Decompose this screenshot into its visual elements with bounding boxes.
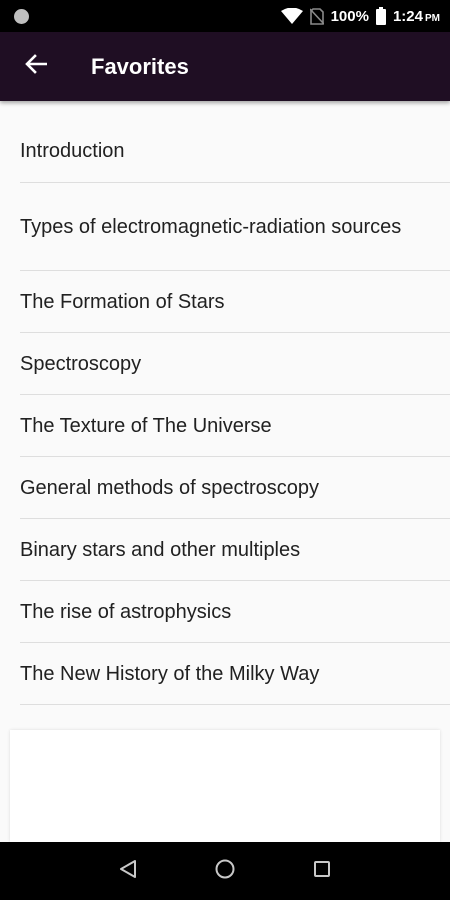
- list-item[interactable]: The New History of the Milky Way: [20, 643, 450, 705]
- nav-recents-button[interactable]: [302, 851, 342, 891]
- triangle-back-icon: [119, 859, 137, 884]
- battery-percent: 100%: [330, 7, 369, 25]
- list-item[interactable]: Introduction: [20, 101, 450, 183]
- wifi-icon: [280, 8, 303, 24]
- list-item[interactable]: The Formation of Stars: [20, 271, 450, 333]
- list-item[interactable]: Binary stars and other multiples: [20, 519, 450, 581]
- arrow-left-icon: [25, 54, 48, 79]
- list-item[interactable]: Spectroscopy: [20, 333, 450, 395]
- app-bar: Favorites: [0, 32, 450, 101]
- page-title: Favorites: [91, 53, 189, 79]
- favorites-list: Introduction Types of electromagnetic-ra…: [0, 101, 450, 705]
- circle-home-icon: [214, 858, 236, 885]
- square-recents-icon: [313, 860, 331, 883]
- list-item[interactable]: The rise of astrophysics: [20, 581, 450, 643]
- nav-home-button[interactable]: [205, 851, 245, 891]
- list-item[interactable]: General methods of spectroscopy: [20, 457, 450, 519]
- clock: 1:24 PM: [392, 7, 440, 25]
- battery-icon: [375, 7, 386, 25]
- system-nav-bar: [0, 842, 450, 900]
- list-item[interactable]: The Texture of The Universe: [20, 395, 450, 457]
- no-sim-icon: [309, 7, 324, 25]
- status-bar: 100% 1:24 PM: [0, 0, 450, 32]
- screen: 100% 1:24 PM Favorites Introduction Types…: [0, 0, 450, 900]
- list-item[interactable]: Types of electromagnetic-radiation sourc…: [20, 183, 450, 271]
- nav-back-button[interactable]: [108, 851, 148, 891]
- notification-dot-icon: [14, 8, 29, 24]
- ad-banner-card: [10, 730, 440, 842]
- back-button[interactable]: [11, 42, 61, 92]
